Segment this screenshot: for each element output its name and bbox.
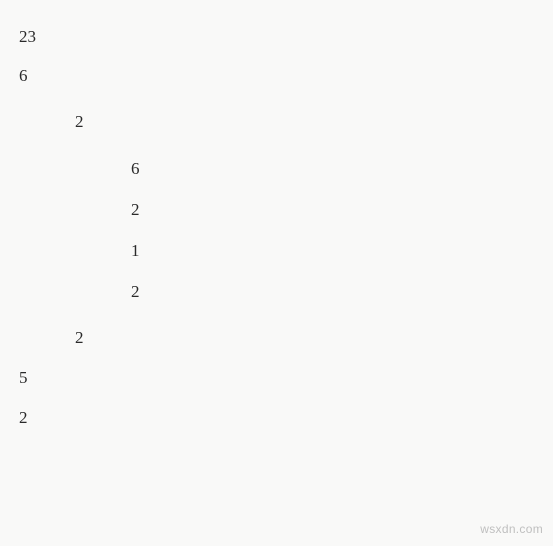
- tree-item: 2: [131, 201, 140, 218]
- tree-item: 2: [131, 283, 140, 300]
- tree-item: 23: [19, 28, 36, 45]
- tree-item: 6: [19, 67, 28, 84]
- tree-item: 5: [19, 369, 28, 386]
- tree-item: 2: [75, 113, 84, 130]
- watermark: wsxdn.com: [480, 522, 543, 536]
- tree-item: 6: [131, 160, 140, 177]
- tree-item: 1: [131, 242, 140, 259]
- tree-item: 2: [75, 329, 84, 346]
- tree-item: 2: [19, 409, 28, 426]
